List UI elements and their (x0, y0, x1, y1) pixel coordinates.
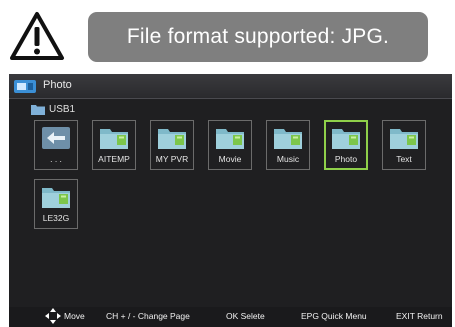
tile-label: Text (396, 154, 412, 164)
tile-label: LE32G (42, 213, 70, 223)
source-label: USB1 (49, 104, 76, 115)
hint-quick-menu: EPG Quick Menu (301, 311, 367, 321)
folder-icon (216, 129, 244, 149)
title-bar: Photo (9, 74, 452, 99)
format-notice-text: File format supported: JPG. (126, 25, 390, 48)
folder-icon (274, 129, 302, 149)
tile-photo[interactable]: Photo (324, 120, 368, 170)
photo-app-icon (14, 80, 36, 93)
tile-label: Photo (334, 154, 358, 164)
tile-text[interactable]: Text (382, 120, 426, 170)
hint-bar: Move CH + / - Change Page OK Selete EPG … (9, 307, 452, 327)
folder-icon (42, 188, 70, 208)
tile-label: Movie (218, 154, 242, 164)
tile-parent-folder[interactable]: . . . (34, 120, 78, 170)
tile-label: Music (276, 154, 300, 164)
tile-label: . . . (50, 154, 62, 164)
warning-triangle-icon (10, 12, 64, 60)
format-notice-banner: File format supported: JPG. (88, 12, 428, 62)
hint-change-page: CH + / - Change Page (106, 311, 190, 321)
folder-icon (100, 129, 128, 149)
tile-aitemp[interactable]: AITEMP (92, 120, 136, 170)
hint-move: Move (64, 311, 85, 321)
hint-return: EXIT Return (396, 311, 443, 321)
screen-title: Photo (43, 79, 72, 91)
tile-le32g[interactable]: LE32G (34, 179, 78, 229)
folder-icon (332, 129, 360, 149)
folder-icon (158, 129, 186, 149)
tile-music[interactable]: Music (266, 120, 310, 170)
tile-label: MY PVR (155, 154, 189, 164)
dpad-icon (45, 308, 61, 324)
tile-my-pvr[interactable]: MY PVR (150, 120, 194, 170)
tile-label: AITEMP (98, 154, 130, 164)
tv-screen: Photo USB1 . . . AITEMP MY PVR Movie Music Ph… (9, 74, 452, 327)
hint-select: OK Selete (226, 311, 265, 321)
tile-movie[interactable]: Movie (208, 120, 252, 170)
folder-icon (31, 105, 45, 115)
folder-icon (390, 129, 418, 149)
back-arrow-icon (42, 127, 70, 149)
